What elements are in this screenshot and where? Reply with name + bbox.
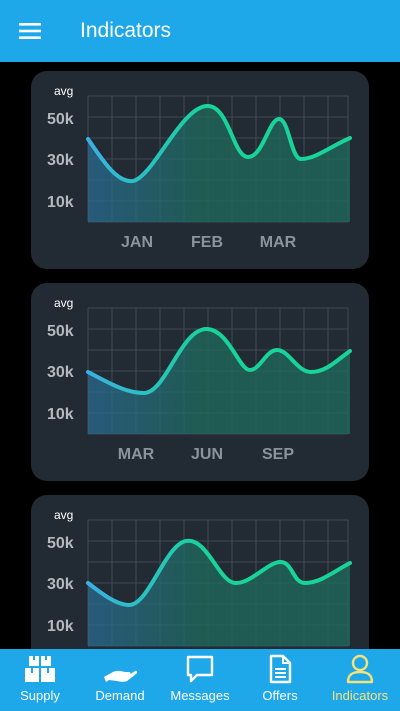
nav-messages[interactable]: Messages [160,649,240,711]
nav-offers[interactable]: Offers [240,649,320,711]
nav-indicators[interactable]: Indicators [320,649,400,711]
x-tick-label: JUN [191,446,223,463]
menu-button[interactable] [0,0,60,62]
series-area [88,105,350,222]
y-tick-label: 30k [47,576,74,593]
series-label: avg [54,84,73,98]
boxes-icon [25,656,55,682]
y-tick-label: 30k [47,364,74,381]
line-chart-1: avg 50k 30k 10k JAN FEB MAR [47,84,352,251]
nav-label: Messages [170,688,230,703]
y-tick-label: 50k [47,111,74,128]
series-label: avg [54,508,73,522]
nav-supply[interactable]: Supply [0,649,80,711]
charts-scroll-area[interactable]: avg 50k 30k 10k JAN FEB MAR avg 50k 30k … [0,62,400,649]
indicator-card-3: avg 50k 30k 10k [31,495,369,649]
chat-bubble-icon [186,655,214,683]
series-area [88,328,350,434]
indicator-card-2: avg 50k 30k 10k MAR JUN SEP [31,283,369,481]
x-tick-label: SEP [262,446,294,463]
nav-demand[interactable]: Demand [80,649,160,711]
y-tick-label: 10k [47,406,74,423]
y-tick-label: 10k [47,618,74,635]
nav-label: Supply [20,688,60,703]
y-tick-label: 50k [47,535,74,552]
line-chart-3: avg 50k 30k 10k [47,508,352,647]
x-tick-label: MAR [260,234,297,251]
x-tick-label: FEB [191,234,223,251]
hand-icon [104,670,137,682]
hamburger-icon [19,23,41,39]
y-tick-label: 50k [47,323,74,340]
line-chart-2: avg 50k 30k 10k MAR JUN SEP [47,296,352,463]
x-tick-label: MAR [118,446,155,463]
app-bar: Indicators [0,0,400,62]
document-icon [269,654,292,684]
nav-label: Indicators [331,688,389,703]
nav-label: Demand [95,688,145,703]
series-label: avg [54,296,73,310]
y-tick-label: 30k [47,152,74,169]
x-tick-label: JAN [121,234,153,251]
page-title: Indicators [80,19,172,42]
y-tick-label: 10k [47,194,74,211]
series-area [88,540,350,646]
indicator-card-1: avg 50k 30k 10k JAN FEB MAR [31,71,369,269]
bottom-navigation: Supply Demand Messages Offers Indicators [0,649,400,711]
nav-label: Offers [262,688,298,703]
person-icon [346,654,374,684]
